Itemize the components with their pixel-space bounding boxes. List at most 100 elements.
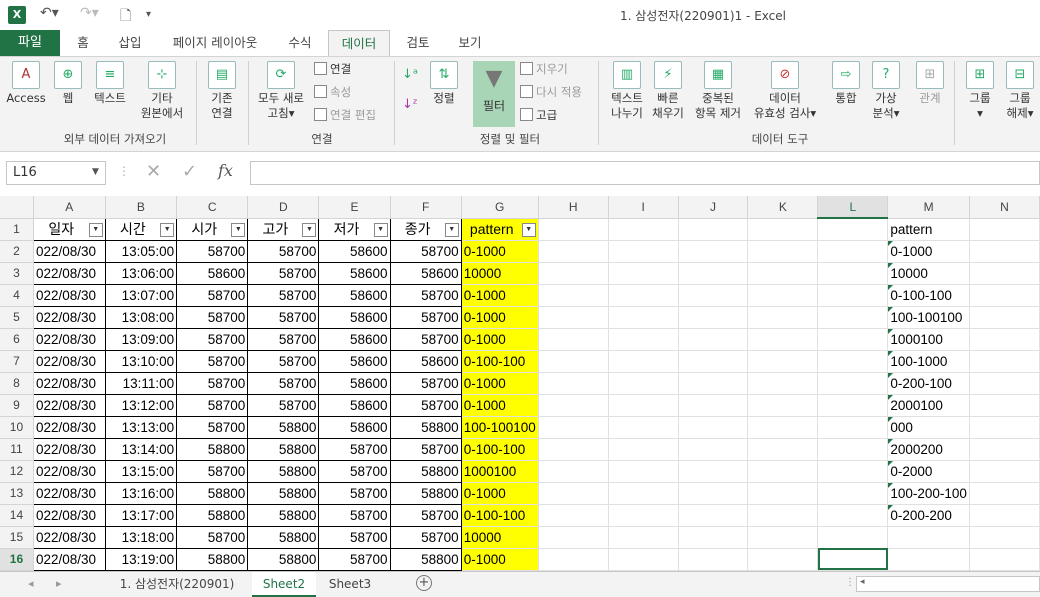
low-cell[interactable]: 58600 <box>318 349 391 373</box>
row-header[interactable]: 13 <box>0 482 34 505</box>
pattern-cell[interactable]: 10000 <box>461 262 539 285</box>
column-header-b[interactable]: B <box>105 196 178 219</box>
cell[interactable] <box>817 416 889 439</box>
cell[interactable] <box>678 526 749 549</box>
close-cell[interactable]: 58700 <box>389 283 462 307</box>
open-cell[interactable]: 58700 <box>176 393 249 417</box>
close-cell[interactable]: 58700 <box>389 393 462 417</box>
filter-button[interactable]: ▼ 필터 <box>473 61 515 127</box>
cell[interactable] <box>538 350 609 373</box>
cell[interactable] <box>608 372 679 395</box>
sort-ascending-icon[interactable]: ↓ᵃ <box>402 67 418 82</box>
open-cell[interactable]: 58800 <box>176 437 249 461</box>
row-header[interactable]: 6 <box>0 328 34 351</box>
high-cell[interactable]: 58700 <box>247 283 320 307</box>
cell[interactable] <box>538 240 609 263</box>
tab-file[interactable]: 파일 <box>0 30 60 56</box>
sheet-tab-3[interactable]: Sheet3 <box>318 572 382 597</box>
date-cell[interactable]: 022/08/30 <box>32 305 106 329</box>
sort-button[interactable]: ⇅ 정렬 <box>426 61 462 106</box>
close-cell[interactable]: 58600 <box>389 261 462 285</box>
pattern-cell[interactable]: 0-100-100 <box>461 438 539 461</box>
cell[interactable] <box>969 350 1040 373</box>
low-cell[interactable]: 58600 <box>318 371 391 395</box>
insert-function-icon[interactable]: fx <box>218 161 233 180</box>
cell[interactable] <box>678 262 749 285</box>
high-cell[interactable]: 58700 <box>247 349 320 373</box>
cell[interactable] <box>538 306 609 329</box>
tab-insert[interactable]: 삽입 <box>108 30 152 56</box>
cell[interactable] <box>608 350 679 373</box>
cell[interactable] <box>608 504 679 527</box>
row-header[interactable]: 2 <box>0 240 34 263</box>
time-cell[interactable]: 13:07:00 <box>104 283 178 307</box>
date-cell[interactable]: 022/08/30 <box>32 327 106 351</box>
cell[interactable] <box>817 482 889 505</box>
pattern-cell[interactable]: 0-1000 <box>461 394 539 417</box>
open-cell[interactable]: 58700 <box>176 371 249 395</box>
cell[interactable] <box>538 526 609 549</box>
remove-duplicates-button[interactable]: ▦ 중복된 항목 제거 <box>690 61 746 121</box>
redo-icon[interactable]: ↷▾ <box>80 5 99 21</box>
cell[interactable] <box>747 350 819 373</box>
active-cell-l16[interactable] <box>817 548 889 571</box>
filter-dropdown-icon[interactable]: ▼ <box>373 222 388 237</box>
tab-view[interactable]: 보기 <box>448 30 492 56</box>
cell[interactable] <box>747 306 819 329</box>
cell[interactable] <box>747 262 819 285</box>
cell[interactable] <box>817 460 889 483</box>
cell[interactable] <box>969 240 1040 263</box>
header-cell-pattern[interactable]: pattern ▼ <box>461 218 539 241</box>
low-cell[interactable]: 58600 <box>318 261 391 285</box>
cell[interactable] <box>747 526 819 549</box>
date-cell[interactable]: 022/08/30 <box>32 349 106 373</box>
time-cell[interactable]: 13:08:00 <box>104 305 178 329</box>
filter-dropdown-icon[interactable]: ▼ <box>88 222 103 237</box>
pattern-m-cell[interactable]: 100-100100 <box>887 306 970 329</box>
pattern-m-cell[interactable]: 0-100-100 <box>887 284 970 307</box>
high-cell[interactable]: 58800 <box>247 547 320 571</box>
sheet-tab-1[interactable]: 1. 삼성전자(220901) <box>104 572 250 597</box>
cell[interactable] <box>747 284 819 307</box>
close-cell[interactable]: 58800 <box>389 547 462 571</box>
time-cell[interactable]: 13:12:00 <box>104 393 178 417</box>
high-cell[interactable]: 58700 <box>247 239 320 263</box>
cell[interactable] <box>817 394 889 417</box>
cell[interactable] <box>678 416 749 439</box>
low-cell[interactable]: 58600 <box>318 393 391 417</box>
consolidate-button[interactable]: ⇨ 통합 <box>826 61 866 106</box>
connections-button[interactable]: 연결 <box>314 61 351 77</box>
pattern-m-cell[interactable]: 1000100 <box>887 328 970 351</box>
cell[interactable] <box>538 284 609 307</box>
cell[interactable] <box>678 394 749 417</box>
pattern-m-cell[interactable]: 0-1000 <box>887 240 970 263</box>
reapply-button[interactable]: 다시 적용 <box>520 84 582 100</box>
cell[interactable] <box>608 460 679 483</box>
cell[interactable] <box>969 526 1040 549</box>
high-cell[interactable]: 58800 <box>247 481 320 505</box>
low-cell[interactable]: 58700 <box>318 459 391 483</box>
group-button[interactable]: ⊞ 그룹 ▾ <box>960 61 1000 121</box>
other-sources-button[interactable]: ⊹ 기타 원본에서 <box>136 61 188 121</box>
pattern-cell[interactable]: 1000100 <box>461 460 539 483</box>
time-cell[interactable]: 13:06:00 <box>104 261 178 285</box>
cell[interactable] <box>817 218 889 241</box>
filter-dropdown-icon[interactable]: ▼ <box>160 222 175 237</box>
cell[interactable] <box>747 218 819 241</box>
cell[interactable] <box>817 372 889 395</box>
filter-dropdown-icon[interactable]: ▼ <box>302 222 317 237</box>
date-cell[interactable]: 022/08/30 <box>32 261 106 285</box>
pattern-cell[interactable]: 10000 <box>461 526 539 549</box>
cell[interactable] <box>608 438 679 461</box>
time-cell[interactable]: 13:15:00 <box>104 459 178 483</box>
high-cell[interactable]: 58800 <box>247 503 320 527</box>
row-header[interactable]: 15 <box>0 526 34 549</box>
row-header[interactable]: 3 <box>0 262 34 285</box>
cell[interactable] <box>817 350 889 373</box>
row-header[interactable]: 7 <box>0 350 34 373</box>
advanced-filter-button[interactable]: 고급 <box>520 107 557 123</box>
header-cell-pattern-m[interactable]: pattern <box>887 218 970 241</box>
date-cell[interactable]: 022/08/30 <box>32 239 106 263</box>
cell[interactable] <box>538 482 609 505</box>
column-header-m[interactable]: M <box>887 196 970 219</box>
